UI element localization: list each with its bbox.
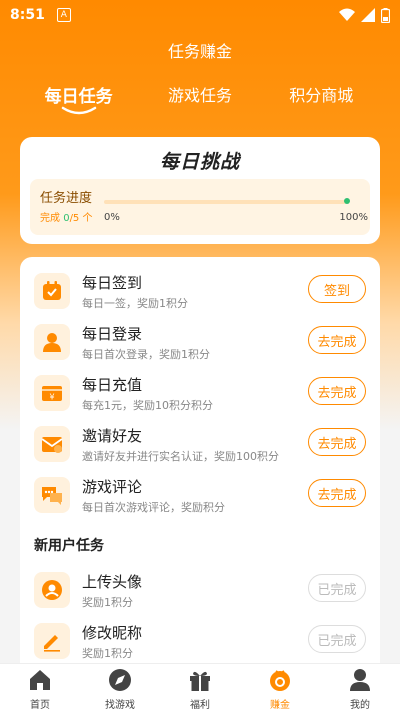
task-desc: 每日首次登录，奖励1积分 [82, 348, 210, 361]
progress-count: 完成 0/5 个 [40, 209, 92, 224]
progress-min-label: 0% [104, 212, 120, 223]
gift-icon [190, 671, 210, 691]
comment-icon [34, 477, 70, 513]
task-row-daily-login: 每日登录 每日首次登录，奖励1积分 去完成 [20, 318, 380, 368]
task-row-game-comment: 游戏评论 每日首次游戏评论，奖励积分 去完成 [20, 471, 380, 521]
task-desc: 每日首次游戏评论，奖励积分 [82, 501, 225, 514]
task-desc: 奖励1积分 [82, 596, 133, 609]
tab-daily-tasks[interactable]: 每日任务 [24, 82, 134, 115]
task-name: 每日充值 [82, 376, 143, 394]
calendar-check-icon [34, 273, 70, 309]
checkin-button[interactable]: 签到 [308, 275, 366, 303]
task-row-daily-recharge: ¥ 每日充值 每充1元，奖励10积分积分 去完成 [20, 369, 380, 419]
go-complete-button[interactable]: 去完成 [308, 326, 366, 354]
task-desc: 邀请好友并进行实名认证，奖励100积分 [82, 450, 279, 463]
battery-icon [381, 7, 390, 23]
progress-total: /5 个 [69, 213, 93, 224]
go-complete-button[interactable]: 去完成 [308, 377, 366, 405]
task-name: 邀请好友 [82, 427, 143, 445]
profile-icon [350, 669, 370, 691]
nav-home[interactable]: 首页 [0, 664, 80, 711]
nav-find-games[interactable]: 找游戏 [80, 664, 160, 711]
progress-end-dot [344, 198, 350, 204]
challenge-title: 每日挑战 [159, 151, 240, 173]
status-bar: 8:51 A [0, 0, 400, 30]
task-row-edit-nickname: 修改昵称 奖励1积分 已完成 [20, 617, 380, 667]
wifi-icon [339, 8, 355, 21]
status-icons [339, 7, 390, 23]
nav-label: 我的 [350, 700, 370, 711]
nav-label: 福利 [190, 700, 210, 711]
progress-bar [104, 198, 350, 204]
progress-count-prefix: 完成 [40, 213, 64, 224]
bottom-nav: 首页 找游戏 福利 赚金 我的 [0, 663, 400, 711]
tab-label: 游戏任务 [167, 86, 232, 105]
task-name: 每日签到 [82, 274, 143, 292]
page-title: 任务赚金 [167, 42, 232, 61]
task-name: 上传头像 [82, 573, 143, 591]
nav-earn[interactable]: 赚金 [240, 664, 320, 711]
go-complete-button[interactable]: 去完成 [308, 428, 366, 456]
status-time: 8:51 [10, 7, 45, 23]
nav-welfare[interactable]: 福利 [160, 664, 240, 711]
task-list-panel: 每日签到 每日一签，奖励1积分 签到 每日登录 每日首次登录，奖励1积分 去完成… [20, 257, 380, 677]
invite-mail-icon [34, 426, 70, 462]
new-user-section-title: 新用户任务 [34, 538, 104, 554]
task-row-invite-friends: 邀请好友 邀请好友并进行实名认证，奖励100积分 去完成 [20, 420, 380, 470]
nav-label: 找游戏 [105, 700, 135, 711]
edit-pencil-icon [34, 623, 70, 659]
task-name: 修改昵称 [82, 624, 143, 642]
nav-label: 首页 [30, 700, 50, 711]
daily-challenge-card: 每日挑战 任务进度 完成 0/5 个 0% 100% [20, 137, 380, 244]
svg-text:¥: ¥ [49, 393, 54, 402]
task-desc: 每充1元，奖励10积分积分 [82, 399, 213, 412]
active-tab-indicator [61, 106, 96, 115]
completed-button[interactable]: 已完成 [308, 574, 366, 602]
tab-label: 积分商城 [289, 86, 354, 105]
home-icon [30, 670, 50, 690]
task-row-upload-avatar: 上传头像 奖励1积分 已完成 [20, 566, 380, 616]
task-name: 每日登录 [82, 325, 143, 343]
task-row-daily-checkin: 每日签到 每日一签，奖励1积分 签到 [20, 267, 380, 317]
tab-label: 每日任务 [44, 87, 113, 107]
user-icon [34, 324, 70, 360]
task-name: 游戏评论 [82, 478, 143, 496]
nav-mine[interactable]: 我的 [320, 664, 400, 711]
avatar-upload-icon [34, 572, 70, 608]
signal-icon [361, 8, 375, 22]
progress-label: 任务进度 [40, 191, 93, 206]
progress-max-label: 100% [339, 212, 368, 223]
notification-icon: A [56, 8, 71, 22]
task-desc: 奖励1积分 [82, 647, 133, 660]
nav-label: 赚金 [270, 700, 290, 711]
completed-button[interactable]: 已完成 [308, 625, 366, 653]
task-desc: 每日一签，奖励1积分 [82, 297, 188, 310]
compass-icon [109, 669, 131, 691]
tab-points-mall[interactable]: 积分商城 [266, 82, 376, 112]
go-complete-button[interactable]: 去完成 [308, 479, 366, 507]
yen-card-icon: ¥ [34, 375, 70, 411]
tab-game-tasks[interactable]: 游戏任务 [145, 82, 255, 112]
tab-bar: 每日任务 游戏任务 积分商城 [0, 82, 400, 115]
task-progress-box: 任务进度 完成 0/5 个 0% 100% [30, 179, 370, 235]
coin-bag-icon [270, 670, 290, 691]
